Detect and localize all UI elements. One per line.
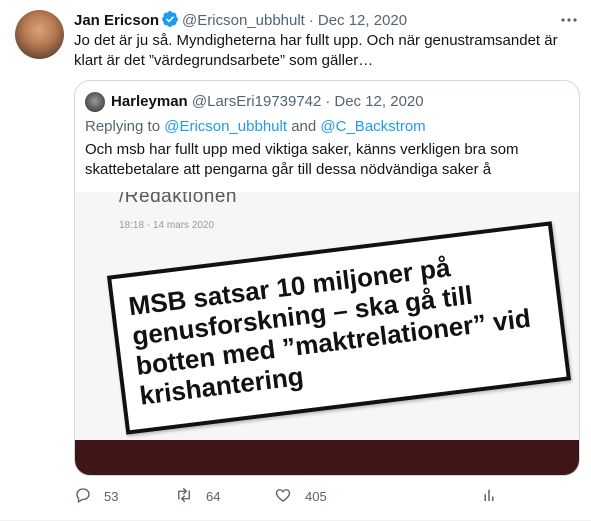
reply-handle-link[interactable]: @Ericson_ubbhult [164, 118, 287, 135]
quote-separator: · [325, 93, 331, 110]
tweet[interactable]: Jan Ericson @Ericson_ubbhult · Dec 12, 2020… [0, 0, 591, 521]
image-bottom-band [75, 440, 579, 475]
like-button[interactable]: 405 [273, 486, 327, 507]
reply-handle-link[interactable]: @C_Backstrom [320, 118, 425, 135]
reply-button[interactable]: 53 [74, 486, 118, 507]
tweet-text: Jo det är ju så. Myndigheterna har fullt… [74, 32, 558, 69]
replying-prefix: Replying to [85, 118, 161, 135]
tweet-date[interactable]: Dec 12, 2020 [318, 12, 407, 29]
reply-icon [74, 486, 104, 507]
image-timestamp: 18:18 - 14 mars 2020 [119, 220, 215, 231]
like-count: 405 [305, 489, 327, 504]
quoted-tweet[interactable]: Harleyman @LarsEri19739742 · Dec 12, 2020 … [74, 80, 580, 476]
retweet-button[interactable]: 64 [174, 486, 220, 507]
quote-avatar[interactable] [85, 92, 105, 112]
quote-date[interactable]: Dec 12, 2020 [334, 93, 423, 110]
quote-author-name[interactable]: Harleyman [111, 93, 188, 110]
analytics-button[interactable] [480, 486, 510, 507]
action-bar: 53 64 405 [74, 484, 574, 514]
image-headline: MSB satsar 10 miljoner på genusforskning… [126, 252, 533, 411]
author-handle[interactable]: @Ericson_ubbhult [182, 12, 305, 29]
separator: · [308, 12, 314, 29]
quote-header: Harleyman @LarsEri19739742 · Dec 12, 2020 [111, 92, 424, 112]
retweet-icon [174, 486, 206, 507]
quote-author-handle[interactable]: @LarsEri19739742 [192, 93, 321, 110]
author-name[interactable]: Jan Ericson [74, 12, 159, 29]
replying-and: and [291, 118, 317, 135]
image-byline: /Redaktionen [119, 192, 237, 207]
quote-image[interactable]: /Redaktionen 18:18 - 14 mars 2020 MSB sa… [75, 192, 579, 475]
quote-text: Och msb har fullt upp med viktiga saker,… [85, 141, 519, 178]
avatar[interactable] [15, 10, 64, 59]
reply-count: 53 [104, 489, 119, 504]
heart-icon [273, 486, 305, 507]
more-icon[interactable] [559, 10, 579, 30]
retweet-count: 64 [206, 489, 221, 504]
analytics-icon [480, 486, 510, 507]
tweet-header: Jan Ericson @Ericson_ubbhult · Dec 12, 2020 [74, 10, 407, 30]
replying-to: Replying to @Ericson_ubbhult and @C_Back… [85, 117, 426, 137]
